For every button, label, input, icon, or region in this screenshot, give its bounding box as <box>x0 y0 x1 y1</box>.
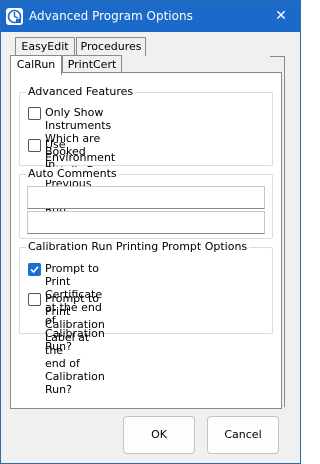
print-label-checkbox[interactable] <box>28 293 41 306</box>
auto-comments-title: Auto Comments <box>26 167 119 180</box>
window-title: Advanced Program Options <box>29 9 193 23</box>
dialog-footer: OK Cancel <box>1 409 300 463</box>
printing-prompt-options-group: Calibration Run Printing Prompt Options … <box>19 240 273 396</box>
auto-comment-field-2[interactable] <box>27 211 265 234</box>
cancel-button[interactable]: Cancel <box>207 416 279 454</box>
printing-prompt-options-title: Calibration Run Printing Prompt Options <box>26 240 250 253</box>
print-certificate-checkbox[interactable] <box>28 263 41 276</box>
advanced-features-group: Advanced Features Only Show Instruments … <box>19 85 273 216</box>
only-show-booked-checkbox[interactable] <box>28 107 41 120</box>
calrun-tab-panel: Advanced Features Only Show Instruments … <box>10 72 282 409</box>
tab-procedures[interactable]: Procedures <box>76 37 146 56</box>
advanced-features-title: Advanced Features <box>26 85 136 98</box>
auto-comment-field-1[interactable] <box>27 186 265 209</box>
close-icon[interactable]: ✕ <box>269 6 293 26</box>
ok-button[interactable]: OK <box>123 416 195 454</box>
tab-easyedit[interactable]: EasyEdit <box>15 37 75 56</box>
use-environment-checkbox[interactable] <box>28 139 41 152</box>
calibration-app-icon <box>6 8 23 25</box>
print-label-label: Prompt to Print Calibration Label at the… <box>45 292 105 396</box>
checkmark-icon <box>30 266 39 274</box>
auto-comments-group: Auto Comments <box>19 167 273 239</box>
advanced-program-options-dialog: Advanced Program Options ✕ EasyEdit Proc… <box>0 0 301 464</box>
title-bar: Advanced Program Options ✕ <box>1 1 300 32</box>
tab-calrun[interactable]: CalRun <box>10 55 62 75</box>
